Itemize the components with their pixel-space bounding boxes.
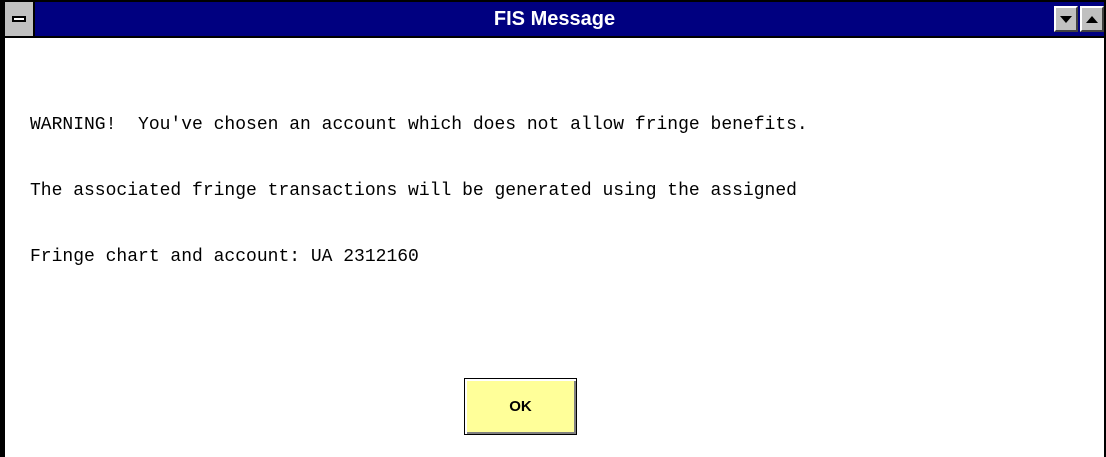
message-dialog: FIS Message WARNING! You've chosen an ac… (0, 0, 1106, 457)
maximize-arrow-glyph (1086, 15, 1098, 23)
minimize-icon[interactable] (1054, 6, 1078, 32)
system-menu-icon[interactable] (5, 2, 35, 36)
title-bar[interactable]: FIS Message (5, 2, 1104, 36)
window-title: FIS Message (493, 8, 616, 30)
message-line-3: Fringe chart and account: UA 2312160 (30, 247, 419, 267)
maximize-icon[interactable] (1080, 6, 1104, 32)
system-menu-bar-glyph (12, 16, 26, 22)
window-frame-left[interactable] (0, 0, 5, 457)
message-line-2: The associated fringe transactions will … (30, 181, 797, 201)
message-text: WARNING! You've chosen an account which … (30, 70, 1090, 312)
ok-button[interactable]: OK (464, 378, 577, 435)
title-bar-divider (5, 36, 1104, 38)
message-line-1: WARNING! You've chosen an account which … (30, 115, 808, 135)
minimize-arrow-glyph (1060, 15, 1072, 23)
